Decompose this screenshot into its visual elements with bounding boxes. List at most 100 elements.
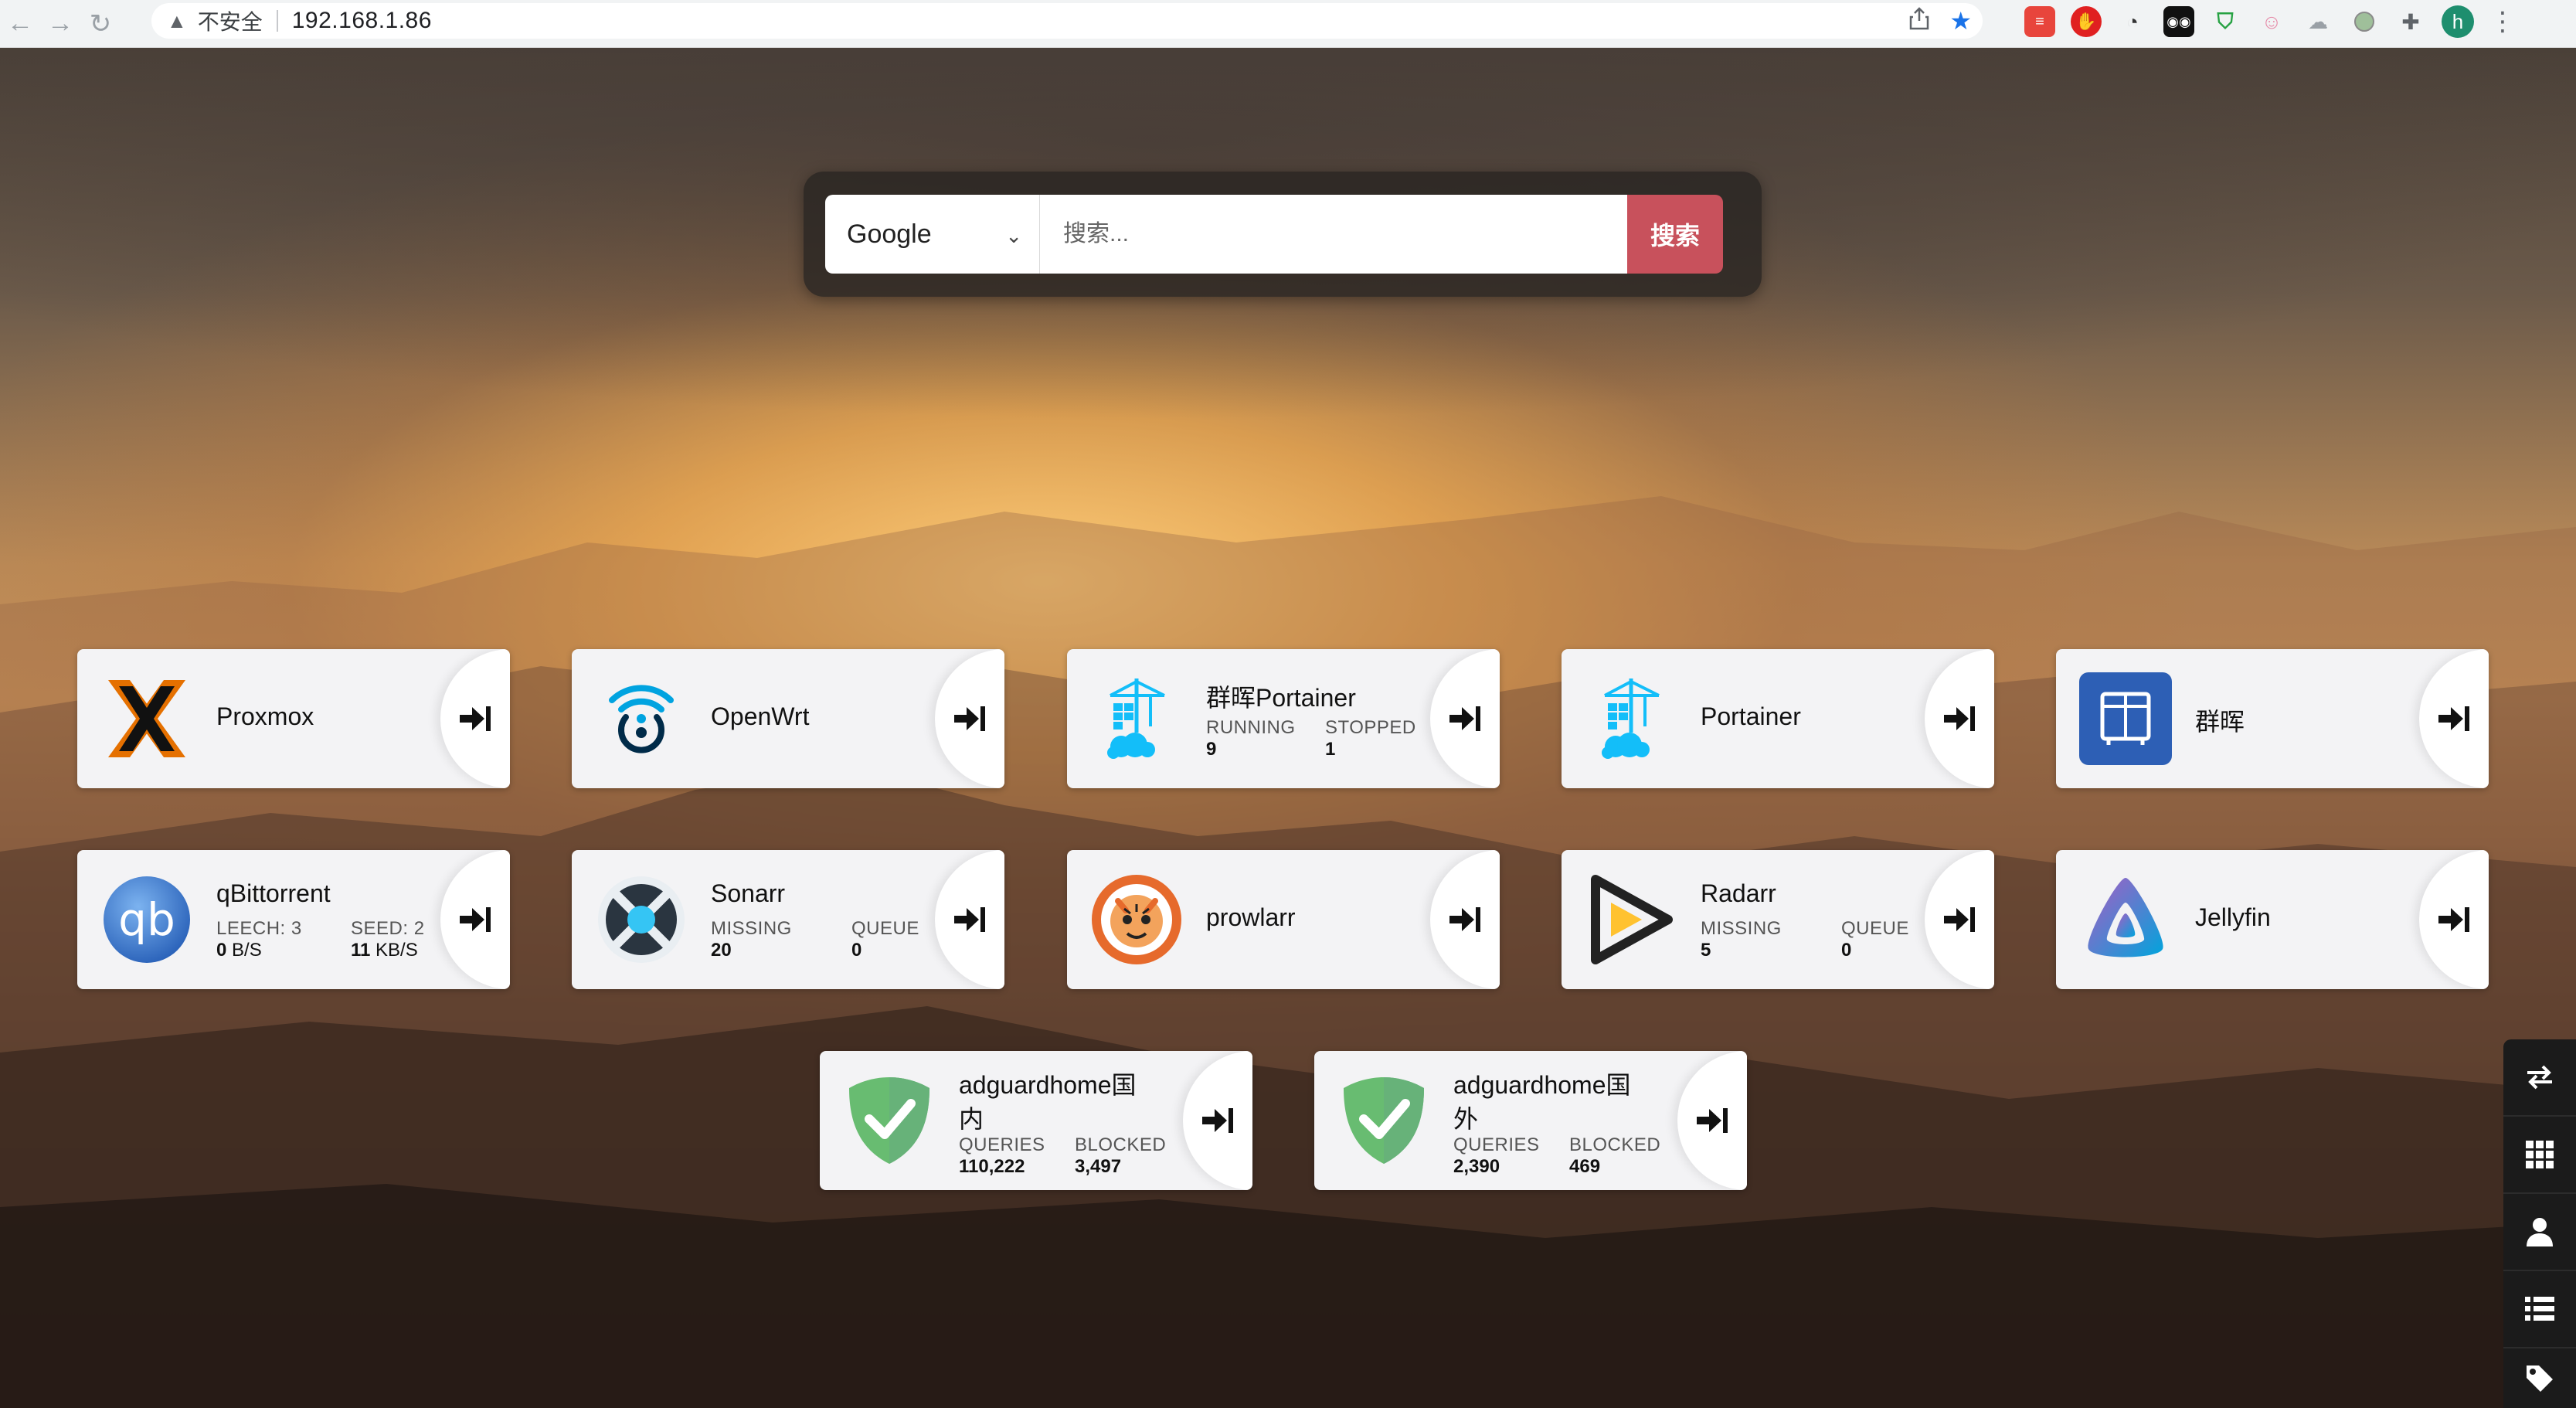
mask-extension-icon[interactable]: ◉◉ [2163,6,2194,37]
security-label[interactable]: 不安全 [198,5,263,36]
tile-proxmox[interactable]: Proxmox [77,649,510,788]
tile-adguardhome-foreign[interactable]: adguardhome国外 QUERIES 2,390 BLOCKED 469 [1314,1051,1747,1190]
tile-synology-portainer[interactable]: 群晖Portainer RUNNING 9 STOPPED 1 [1067,649,1500,788]
tile-title: OpenWrt [711,702,810,730]
stat-value: 469 [1569,1156,1601,1177]
browser-toolbar: ← → ↻ ▲ 不安全 192.168.1.86 ★ ≡ ✋ ◔ ◉◉ ⛉ ☺ … [0,0,2576,48]
tile-title: Jellyfin [2195,903,2271,931]
portainer-icon [1585,672,1677,765]
open-link-icon[interactable] [1430,850,1500,989]
shield-extension-icon[interactable]: ⛉ [2210,6,2241,37]
stat-value: 5 [1701,940,1711,961]
bookmark-star-icon[interactable]: ★ [1949,6,1972,36]
browser-menu-icon[interactable]: ⋮ [2489,6,2516,37]
radarr-icon [1585,873,1677,966]
list-icon[interactable] [2503,1271,2576,1348]
stat-value: 0 [851,940,862,961]
open-link-icon[interactable] [935,649,1004,788]
user-icon[interactable] [2503,1194,2576,1271]
open-link-icon[interactable] [935,850,1004,989]
tile-openwrt[interactable]: OpenWrt [572,649,1004,788]
stat-label: SEED: 2 [351,918,425,939]
open-link-icon[interactable] [1925,649,1994,788]
switch-icon[interactable] [2503,1039,2576,1117]
forward-arrow-icon[interactable]: → [43,7,77,41]
open-link-icon[interactable] [2419,850,2489,989]
stat-label: QUERIES [959,1134,1045,1155]
stat-label: QUERIES [1453,1134,1540,1155]
tile-sonarr[interactable]: Sonarr MISSING 20 QUEUE 0 [572,850,1004,989]
synology-nas-icon [2079,672,2172,765]
speed-extension-icon[interactable]: ◔ [2117,6,2148,37]
stat-label: RUNNING [1206,717,1296,738]
adblock-extension-icon[interactable]: ✋ [2071,6,2102,37]
share-icon[interactable] [1909,6,1929,36]
address-bar[interactable]: ▲ 不安全 192.168.1.86 ★ [151,3,1983,39]
circle-extension-icon[interactable] [2349,6,2380,37]
open-link-icon[interactable] [1183,1051,1252,1190]
tile-title: Radarr [1701,879,1776,907]
stat-leech: LEECH: 3 0 B/S [216,918,302,961]
tag-icon[interactable] [2503,1348,2576,1408]
cloud-extension-icon[interactable]: ☁ [2302,6,2333,37]
stat-label: QUEUE [1841,918,1909,939]
tile-adguardhome-domestic[interactable]: adguardhome国内 QUERIES 110,222 BLOCKED 3,… [820,1051,1252,1190]
tile-qbittorrent[interactable]: qb qBittorrent LEECH: 3 0 B/S SEED: 2 11… [77,850,510,989]
stat-stopped: STOPPED 1 [1325,717,1416,760]
tile-prowlarr[interactable]: prowlarr [1067,850,1500,989]
tile-title: adguardhome国内 [959,1071,1137,1133]
search-engine-select[interactable]: Google ⌄ [825,195,1040,274]
reader-extension-icon[interactable]: ≡ [2024,6,2055,37]
open-link-icon[interactable] [1677,1051,1747,1190]
prowlarr-icon [1090,873,1183,966]
extensions-bar: ≡ ✋ ◔ ◉◉ ⛉ ☺ ☁ ✚ h ⋮ [2024,5,2516,39]
tile-jellyfin[interactable]: Jellyfin [2056,850,2489,989]
reload-icon[interactable]: ↻ [83,7,117,41]
url-text[interactable]: 192.168.1.86 [292,8,432,34]
stat-label: QUEUE [851,918,919,939]
jellyfin-icon [2079,873,2172,966]
open-link-icon[interactable] [1430,649,1500,788]
dashboard-page: Google ⌄ 搜索 Proxmox [0,48,2576,1408]
stat-label: LEECH: 3 [216,918,302,939]
puzzle-extensions-icon[interactable]: ✚ [2395,6,2426,37]
search-input[interactable] [1040,195,1627,274]
tile-portainer[interactable]: Portainer [1562,649,1994,788]
cat-extension-icon[interactable]: ☺ [2256,6,2287,37]
tile-synology[interactable]: 群晖 [2056,649,2489,788]
chevron-down-icon: ⌄ [1005,224,1022,247]
tile-title: qBittorrent [216,879,331,907]
tile-title: 群晖Portainer [1206,684,1356,712]
warning-icon[interactable]: ▲ [167,9,187,33]
sonarr-icon [595,873,688,966]
stat-value: 2,390 [1453,1156,1500,1177]
open-link-icon[interactable] [1925,850,1994,989]
search-button[interactable]: 搜索 [1627,195,1723,274]
stat-queries: QUERIES 2,390 [1453,1134,1540,1178]
stat-missing: MISSING 5 [1701,918,1782,961]
tile-radarr[interactable]: Radarr MISSING 5 QUEUE 0 [1562,850,1994,989]
side-dock [2503,1039,2576,1408]
open-link-icon[interactable] [440,850,510,989]
open-link-icon[interactable] [440,649,510,788]
back-arrow-icon[interactable]: ← [3,7,37,41]
stat-value: 11 KB/S [351,940,418,961]
apps-grid-icon[interactable] [2503,1117,2576,1194]
stat-queries: QUERIES 110,222 [959,1134,1045,1178]
address-divider [276,10,278,32]
portainer-icon [1090,672,1183,765]
profile-avatar[interactable]: h [2442,5,2474,38]
stat-label: MISSING [711,918,792,939]
search-bar: Google ⌄ 搜索 [804,172,1762,297]
stat-label: BLOCKED [1569,1134,1661,1155]
adguard-shield-icon [843,1074,936,1167]
open-link-icon[interactable] [2419,649,2489,788]
stat-value: 1 [1325,739,1336,760]
stat-queue: QUEUE 0 [1841,918,1909,961]
stat-value: 3,497 [1075,1156,1122,1177]
stat-queue: QUEUE 0 [851,918,919,961]
tile-title: Proxmox [216,702,314,730]
stat-seed: SEED: 2 11 KB/S [351,918,425,961]
tile-title: Sonarr [711,879,786,907]
stat-value: 20 [711,940,732,961]
